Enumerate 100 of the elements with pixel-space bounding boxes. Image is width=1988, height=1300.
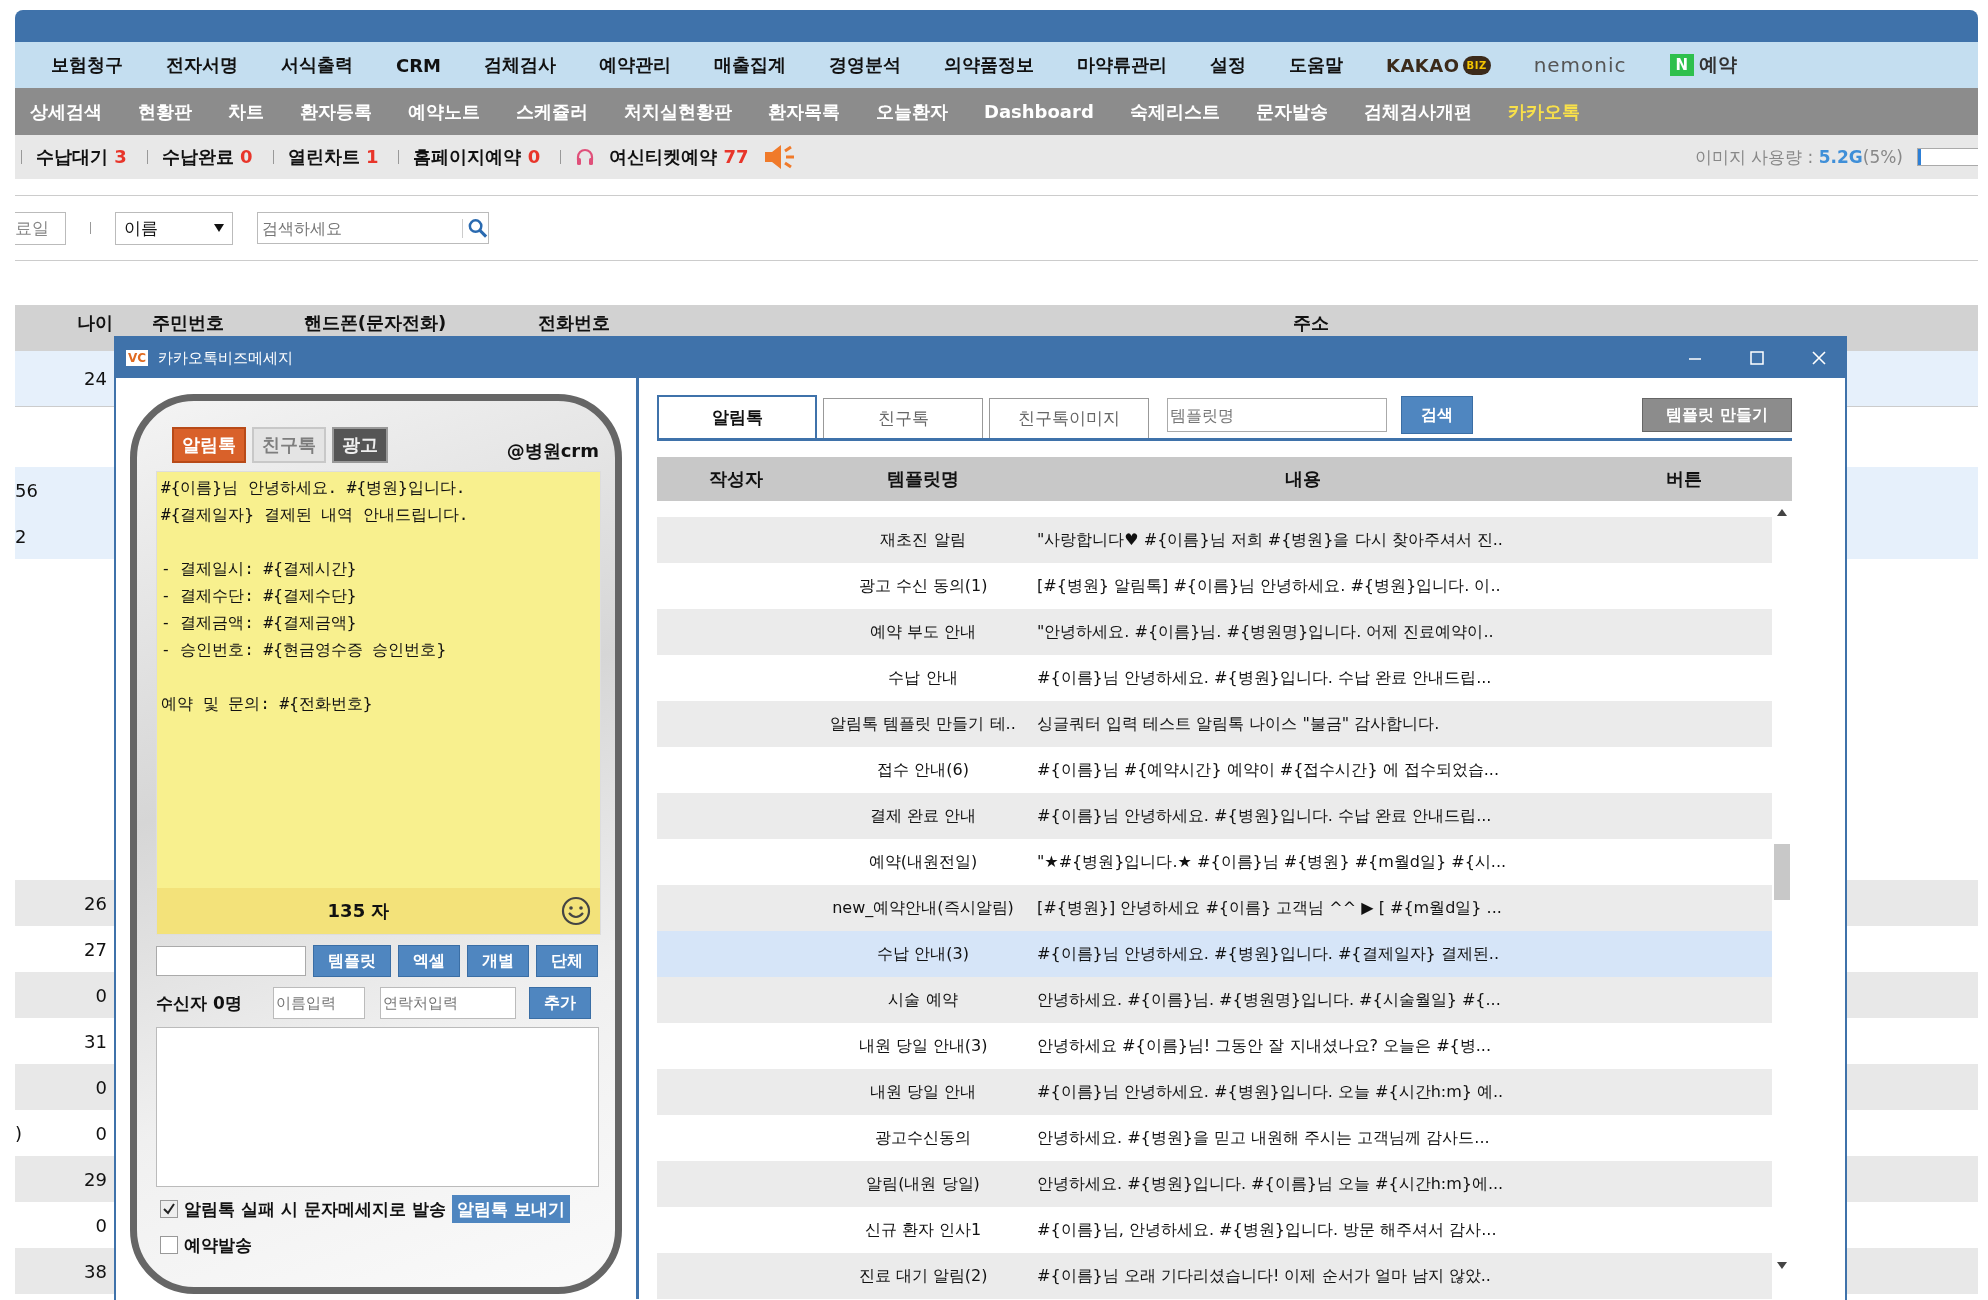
template-name: 예약 부도 안내 xyxy=(868,621,978,643)
template-content: "사랑합니다♥ #{이름}님 저희 #{병원}을 다시 찾아주셔서 진.. xyxy=(1036,529,1504,551)
table-cell: 29 xyxy=(84,1168,107,1190)
template-row[interactable]: 시술 예약 안녕하세요. #{이름}님. #{병원명}입니다. #{시술월일} #{... xyxy=(657,977,1772,1023)
template-name: 시술 예약 xyxy=(887,989,959,1011)
menu-item[interactable]: 의약품정보 xyxy=(944,53,1034,77)
send-button[interactable]: 알림톡 보내기 xyxy=(451,1195,570,1223)
template-row[interactable]: 예약 부도 안내 "안녕하세요. #{이름}님. #{병원명}입니다. 어제 진료예약이.. xyxy=(657,609,1772,655)
status-counter[interactable]: 열린차트 1 xyxy=(287,145,379,169)
template-name: 내원 당일 안내 xyxy=(868,1081,978,1103)
sender-id: @병원crm xyxy=(506,439,599,463)
table-cell: 0 xyxy=(95,1214,107,1236)
menu-item[interactable]: 검체검사 xyxy=(484,53,556,77)
template-row[interactable]: 알림(내원 당일) 안녕하세요. #{병원}입니다. #{이름}님 오늘 #{시간h:m}에... xyxy=(657,1161,1772,1207)
column-header: 나이 xyxy=(76,311,113,335)
recipient-count: 수신자 0명 xyxy=(156,991,243,1015)
template-content: #{이름}님 안녕하세요. #{병원}입니다. 오늘 #{시간h:m} 예.. xyxy=(1036,1081,1505,1103)
template-name: 수납 안내 xyxy=(887,667,959,689)
template-name: 알림톡 템플릿 만들기 테.. xyxy=(829,713,1017,735)
template-content: "★#{병원}입니다.★ #{이름}님 #{병원} #{m월d일} #{시... xyxy=(1036,851,1508,873)
template-name: 재초진 알림 xyxy=(879,529,967,551)
nemonic-link[interactable]: nemonic xyxy=(1533,53,1627,77)
template-tab[interactable]: 친구톡이미지 xyxy=(989,398,1149,438)
template-row[interactable]: 재초진 알림 "사랑합니다♥ #{이름}님 저희 #{병원}을 다시 찾아주셔서 진.. xyxy=(657,517,1772,563)
message-field[interactable]: #{이름}님 안녕하세요. #{병원}입니다. #{결제일자} 결제된 내역 안내드립니다. - 결제일시: #{결제시간} - 결제수단: #{결제수단} - 결제금액: #{결제금액} - 승인번호: #{현금영수증 승인번호} 예약 및 문의: #{전화번호} 135 자 xyxy=(156,471,601,935)
column-header: 전화번호 xyxy=(537,311,611,335)
table-cell: 27 xyxy=(84,938,107,960)
template-name: 접수 안내(6) xyxy=(876,759,970,781)
template-tab[interactable]: 친구톡 xyxy=(823,398,983,438)
tool-button[interactable]: 개별 xyxy=(467,945,529,977)
template-search-field[interactable]: 템플릿명 xyxy=(1167,398,1387,432)
search-field[interactable]: 검색하세요 xyxy=(257,212,489,244)
template-content: [#{병원}] 안녕하세요 #{이름} 고객님 ^^ ▶ [ #{m월d일} ... xyxy=(1036,897,1503,919)
tool-button[interactable]: 엑셀 xyxy=(398,945,460,977)
column-header: 버튼 xyxy=(1664,467,1703,491)
menu-item[interactable]: 경영분석 xyxy=(829,53,901,77)
template-content: 안녕하세요. #{병원}입니다. #{이름}님 오늘 #{시간h:m}에... xyxy=(1036,1173,1505,1195)
template-name: 예약(내원전일) xyxy=(867,851,979,873)
template-name: 결제 완료 안내 xyxy=(868,805,978,827)
menu-item[interactable]: 마약류관리 xyxy=(1077,53,1167,77)
n-logo-icon: N xyxy=(1669,54,1695,76)
status-counter[interactable]: 수납대기 3 xyxy=(36,145,127,169)
table-cell: ) xyxy=(15,1122,23,1144)
template-row[interactable]: 진료 대기 알림(2) #{이름}님 오래 기다리셨습니다! 이제 순서가 얼마 남지 않았.. xyxy=(657,1253,1772,1299)
date-field[interactable]: 료일 xyxy=(15,211,66,245)
table-cell: 26 xyxy=(84,892,107,914)
table-cell: 0 xyxy=(95,984,107,1006)
image-usage-text: 이미지 사용량 : 5.2G(5%) xyxy=(1694,145,1903,169)
template-content: 안녕하세요 #{이름}님! 그동안 잘 지내셨나요? 오늘은 #{병... xyxy=(1036,1035,1493,1057)
template-row[interactable]: 수납 안내(3) #{이름}님 안녕하세요. #{병원}입니다. #{결제일자} 결제된.. xyxy=(657,931,1772,977)
column-header: 주민번호 xyxy=(151,311,225,335)
table-cell: 2 xyxy=(15,525,27,547)
template-content: 안녕하세요. #{병원}을 믿고 내원해 주시는 고객님께 감사드... xyxy=(1036,1127,1491,1149)
menu-item[interactable]: 도움말 xyxy=(1289,53,1343,77)
menu-item[interactable]: 서식출력 xyxy=(281,53,353,77)
template-content: 싱글쿼터 입력 테스트 알림톡 나이스 "불금" 감사합니다. xyxy=(1036,713,1441,735)
menu-item[interactable]: 매출집계 xyxy=(714,53,786,77)
tool-button[interactable]: 단체 xyxy=(536,945,598,977)
template-name: 알림(내원 당일) xyxy=(865,1173,981,1195)
template-content: #{이름}님 안녕하세요. #{병원}입니다. 수납 완료 안내드립... xyxy=(1036,667,1493,689)
table-cell: 0 xyxy=(95,1122,107,1144)
character-count: 135 자 xyxy=(326,899,391,923)
menu-item[interactable]: 예약관리 xyxy=(599,53,671,77)
status-counter[interactable]: 수납완료 0 xyxy=(161,145,253,169)
checkbox-label: 예약발송 xyxy=(184,1233,252,1257)
message-type-tab[interactable]: 알림톡 xyxy=(172,427,246,463)
column-header: 내용 xyxy=(1284,467,1322,491)
phone-input-field[interactable]: 연락처입력 xyxy=(380,987,516,1019)
table-cell: 31 xyxy=(84,1030,107,1052)
template-name: 진료 대기 알림(2) xyxy=(857,1265,989,1287)
menu-item[interactable]: 설정 xyxy=(1210,53,1246,77)
template-row[interactable]: new_예약안내(즉시알림) [#{병원}] 안녕하세요 #{이름} 고객님 ^^ ▶ [ #{m월d일} ... xyxy=(657,885,1772,931)
template-content: #{이름}님 #{예약시간} 예약이 #{접수시간} 에 접수되었습... xyxy=(1036,759,1500,781)
add-button[interactable]: 추가 xyxy=(529,987,591,1019)
template-row[interactable]: 결제 완료 안내 #{이름}님 안녕하세요. #{병원}입니다. 수납 완료 안내드립... xyxy=(657,793,1772,839)
template-name: 수납 안내(3) xyxy=(876,943,970,965)
message-type-tab[interactable]: 광고 xyxy=(332,427,388,463)
template-row[interactable]: 알림톡 템플릿 만들기 테.. 싱글쿼터 입력 테스트 알림톡 나이스 "불금" 감사합니다. xyxy=(657,701,1772,747)
menu-item[interactable]: 전자서명 xyxy=(166,53,238,77)
tool-button[interactable]: 템플릿 xyxy=(313,945,391,977)
menu-item[interactable]: 보험청구 xyxy=(51,53,123,77)
checkbox-label: 알림톡 실패 시 문자메세지로 발송 xyxy=(184,1197,446,1221)
template-name: 내원 당일 안내(3) xyxy=(857,1035,989,1057)
template-content: #{이름}님 안녕하세요. #{병원}입니다. #{결제일자} 결제된.. xyxy=(1036,943,1500,965)
table-cell: 38 xyxy=(84,1260,107,1282)
booking-link[interactable]: N 예약 xyxy=(1669,52,1738,78)
template-content: [#{병원} 알림톡] #{이름}님 안녕하세요. #{병원}입니다. 이.. xyxy=(1036,575,1502,597)
search-type-select[interactable]: 이름 xyxy=(115,211,233,245)
template-tab[interactable]: 알림톡 xyxy=(657,395,817,438)
column-header: 작성자 xyxy=(708,467,764,491)
template-row[interactable]: 내원 당일 안내 #{이름}님 안녕하세요. #{병원}입니다. 오늘 #{시간h:m} 예.. xyxy=(657,1069,1772,1115)
name-input-field[interactable]: 이름입력 xyxy=(273,987,365,1019)
search-button[interactable]: 검색 xyxy=(1401,396,1473,434)
table-cell: 56 xyxy=(15,479,38,501)
template-content: #{이름}님 안녕하세요. #{병원}입니다. 수납 완료 안내드립... xyxy=(1036,805,1493,827)
template-content: "안녕하세요. #{이름}님. #{병원명}입니다. 어제 진료예약이.. xyxy=(1036,621,1495,643)
menu-item[interactable]: CRM xyxy=(396,54,441,76)
status-counter[interactable]: 여신티켓예약 77 xyxy=(609,145,749,169)
kakao-biz-link[interactable]: KAKAO BIZ xyxy=(1386,54,1491,76)
status-counter[interactable]: 홈페이지예약 0 xyxy=(413,145,541,169)
